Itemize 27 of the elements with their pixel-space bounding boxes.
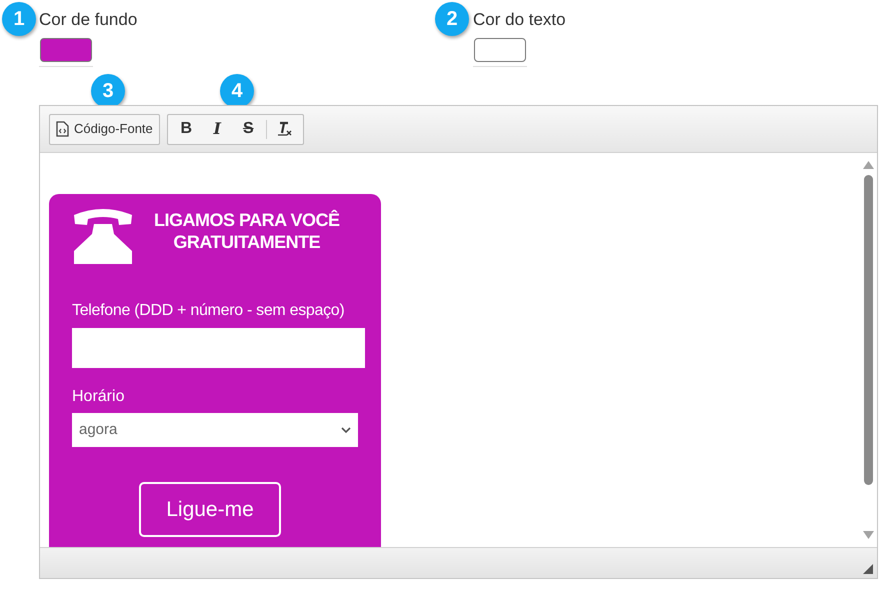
field-label: Cor do texto [473,9,567,31]
field-label: Horário [72,387,126,407]
time-dropdown[interactable]: agora [72,413,358,447]
step-badge: 1 [2,2,36,36]
card-title: GRATUITAMENTE [173,231,320,253]
phone-input-field[interactable] [72,328,365,368]
step-badge: 4 [220,74,254,108]
format-button[interactable]: B [170,116,202,142]
scrollbar-thumb[interactable] [864,175,873,485]
format-button[interactable]: S [232,116,264,142]
card-title: LIGAMOS PARA VOCÊ [154,209,340,231]
color-swatch[interactable] [40,38,92,62]
phone-icon [72,207,134,265]
code-file-icon [56,121,69,137]
clear-format-icon [276,121,293,137]
step-badge: 3 [91,74,125,108]
chevron-down-icon [341,427,351,433]
scroll-down-icon [863,531,874,539]
scroll-up-icon [863,161,874,169]
source-code-button[interactable]: Código-Fonte [49,114,160,144]
format-button[interactable]: I [202,116,233,142]
step-badge: 2 [435,2,469,36]
field-label: Cor de fundo [39,9,138,31]
resize-handle-icon[interactable] [863,564,873,574]
call-me-button[interactable]: Ligue-me [139,482,281,537]
color-swatch[interactable] [474,38,526,62]
field-label: Telefone (DDD + número - sem espaço) [72,301,346,321]
